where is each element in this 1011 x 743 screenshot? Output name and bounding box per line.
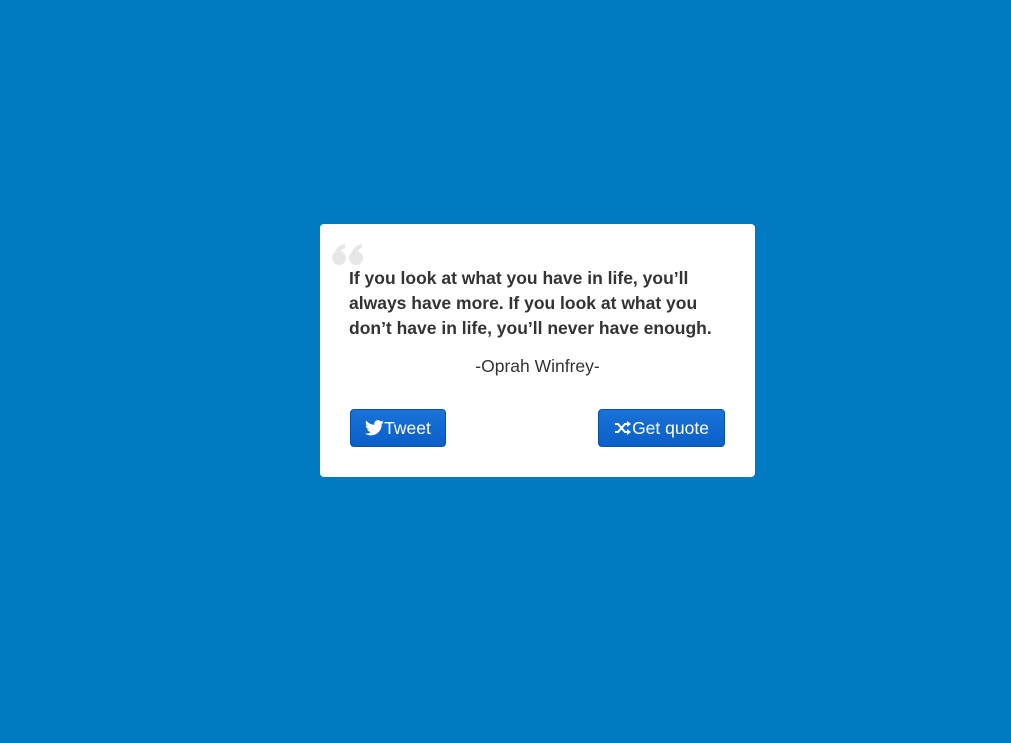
- twitter-icon: [365, 420, 384, 436]
- tweet-label: Tweet: [384, 417, 431, 438]
- shuffle-icon: [615, 421, 632, 435]
- get-quote-button[interactable]: Get quote: [598, 409, 725, 447]
- quote-left-icon: [332, 244, 363, 265]
- quote-text: If you look at what you have in life, yo…: [349, 268, 712, 338]
- get-quote-label: Get quote: [632, 417, 709, 438]
- tweet-button[interactable]: Tweet: [350, 409, 446, 447]
- quote-author: -Oprah Winfrey-: [475, 356, 600, 376]
